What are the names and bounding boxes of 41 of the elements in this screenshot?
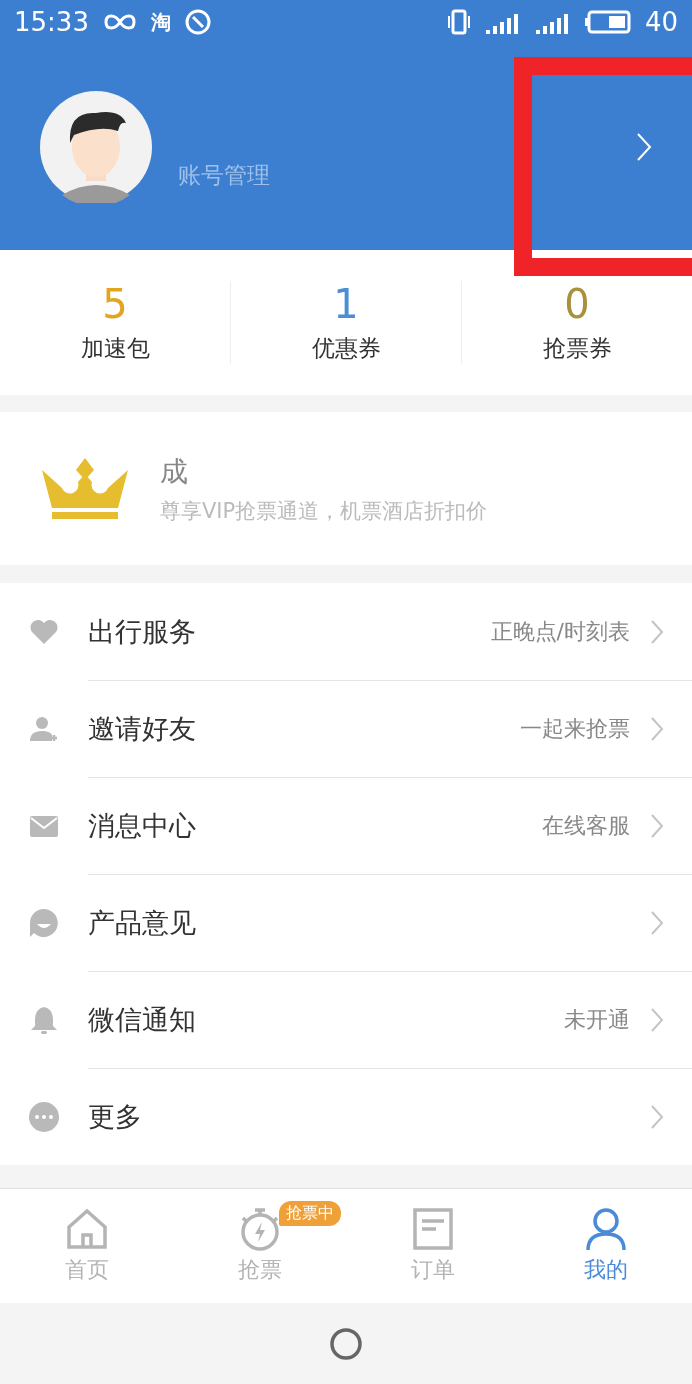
menu-item[interactable]: 产品意见 (88, 905, 630, 941)
chevron-icon (650, 618, 664, 645)
stat-count: 5 (102, 281, 128, 327)
battery-level: 40 (644, 7, 678, 37)
stat-label[interactable]: 抢票券 (542, 333, 612, 364)
app-notification-icon: 淘 (150, 8, 171, 36)
infinity-icon (102, 12, 137, 32)
chevron-icon (650, 716, 664, 742)
menu-item[interactable]: 邀请好友 (88, 711, 500, 747)
avatar[interactable] (40, 91, 152, 203)
clock: 15:33 (14, 7, 89, 37)
menu-item-detail: 在线客服 (542, 812, 630, 840)
menu-item[interactable]: 消息中心 (88, 808, 522, 844)
user-icon (583, 1207, 628, 1251)
menu-item[interactable]: 更多 (88, 1099, 630, 1135)
stat-count: 0 (564, 281, 590, 327)
menu-item-detail: 一起来抢票 (520, 715, 630, 743)
vip-description: 尊享VIP抢票通道，机票酒店折扣价 (160, 497, 488, 525)
menu-item-detail: 未开通 (564, 1006, 630, 1034)
menu-item[interactable]: 出行服务 (88, 613, 471, 650)
vibrate-icon (446, 9, 471, 35)
stat-label[interactable]: 加速包 (80, 333, 150, 364)
battery-icon (584, 10, 631, 34)
stat-label[interactable]: 优惠券 (311, 333, 381, 364)
status-badge: 抢票中 (279, 1201, 341, 1226)
stat-count: 1 (333, 281, 359, 327)
tab[interactable]: 我的 (519, 1189, 692, 1303)
blocked-icon (184, 9, 211, 35)
vip-title: 成 (160, 453, 189, 490)
more-icon (28, 1100, 60, 1133)
menu-item-detail: 正晚点/时刻表 (490, 617, 630, 646)
chevron-icon[interactable] (636, 132, 652, 162)
menu-item[interactable]: 微信通知 (88, 1002, 544, 1038)
chevron-icon (650, 910, 664, 936)
home-icon (64, 1207, 109, 1251)
chevron-icon (650, 1104, 664, 1130)
document-icon (410, 1207, 455, 1251)
chevron-icon (650, 1007, 664, 1033)
home-button[interactable] (329, 1327, 363, 1361)
smile-bubble-icon (28, 906, 60, 939)
chevron-icon (650, 813, 664, 839)
